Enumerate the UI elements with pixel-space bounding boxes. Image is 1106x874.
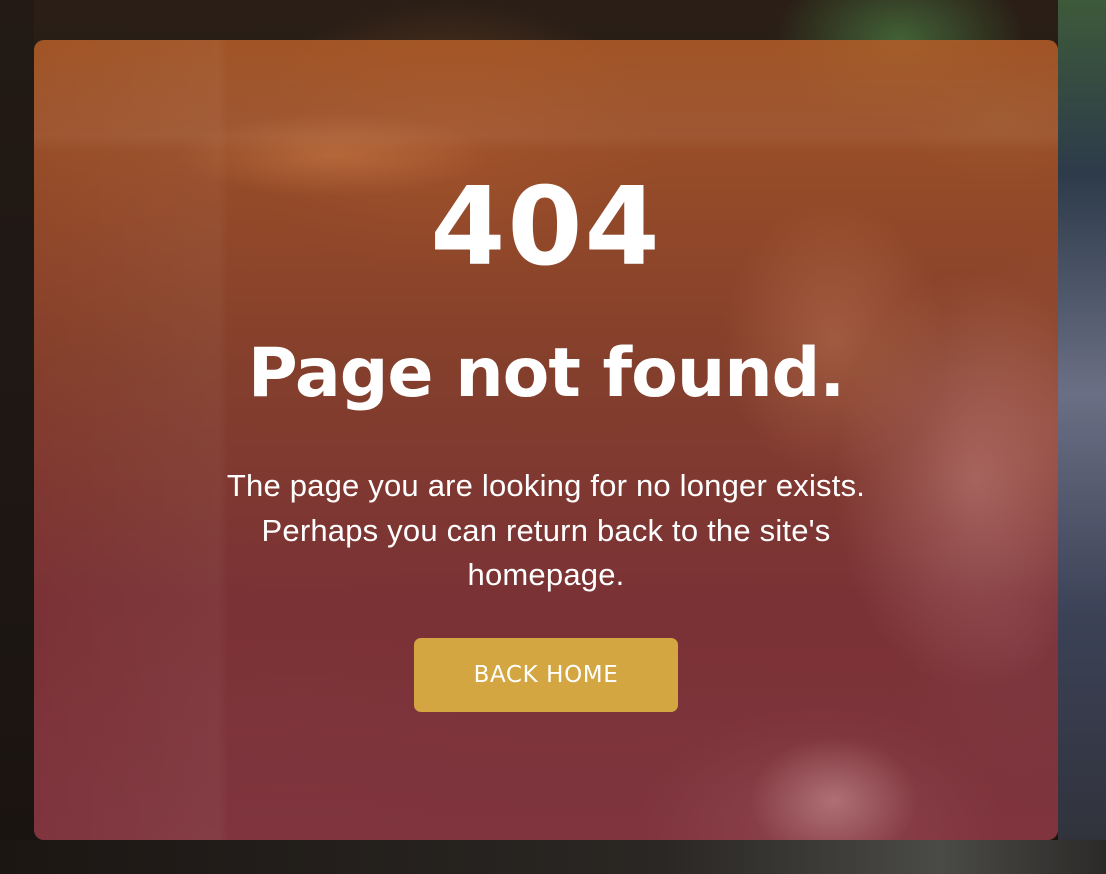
background-photo-bottom-edge (0, 840, 1106, 874)
error-page: 404 Page not found. The page you are loo… (0, 0, 1106, 874)
background-photo-right-edge (1058, 0, 1106, 874)
background-photo-left-edge (0, 0, 34, 874)
error-code: 404 (430, 165, 662, 290)
page-title: Page not found. (247, 334, 845, 413)
back-home-button[interactable]: BACK HOME (414, 638, 678, 712)
error-overlay-card: 404 Page not found. The page you are loo… (34, 40, 1058, 840)
error-content: 404 Page not found. The page you are loo… (34, 40, 1058, 840)
error-message: The page you are looking for no longer e… (226, 468, 866, 592)
